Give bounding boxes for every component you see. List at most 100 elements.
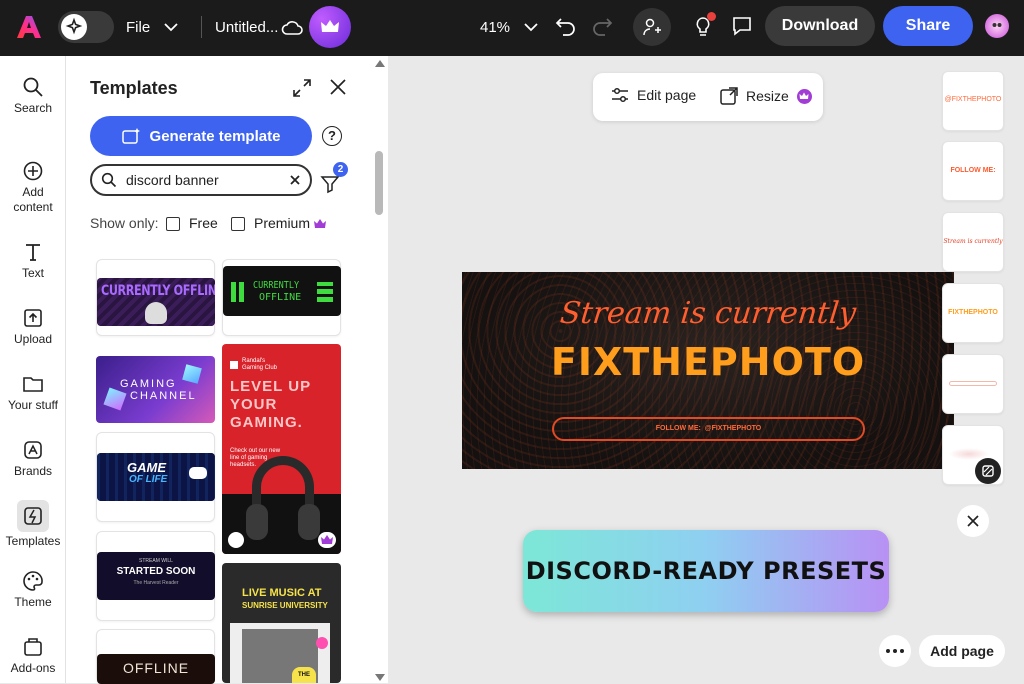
template-text: GAMING. [230,414,303,431]
more-options-button[interactable] [879,635,911,667]
cloud-icon[interactable] [280,16,304,38]
rail-item-upload[interactable]: Upload [0,307,66,346]
lightbulb-icon[interactable] [690,12,716,40]
avatar[interactable] [985,14,1009,38]
adobe-express-logo[interactable] [16,14,42,40]
help-icon[interactable]: ? [322,126,342,146]
premium-label[interactable]: Premium [254,215,310,231]
rail-item-text[interactable]: Text [0,241,66,280]
divider [201,16,202,38]
adobe-logo-icon [17,16,41,38]
template-card[interactable]: STREAM WILL STARTED SOON The Harvest Rea… [96,531,215,621]
more-dots-icon [900,649,904,653]
template-card[interactable]: OFFLINE [96,629,215,684]
design-headline[interactable]: FIXTHEPHOTO [462,340,954,384]
rail-item-your-stuff[interactable]: Your stuff [0,373,66,412]
download-button[interactable]: Download [765,6,875,46]
expand-icon[interactable] [292,78,314,100]
chevron-down-icon [524,23,538,32]
rail-item-templates[interactable]: Templates [0,500,66,548]
close-overlay-button[interactable] [957,505,989,537]
rail-item-theme[interactable]: Theme [0,570,66,609]
file-menu[interactable]: File [126,14,178,40]
avatar-face-icon [992,23,1002,27]
page-thumbnail[interactable]: FIXTHEPHOTO [942,283,1004,343]
add-page-label: Add page [930,643,994,659]
cube-graphic [103,387,127,411]
document-title[interactable]: Untitled... [215,14,278,40]
rail-label: Brands [13,464,53,478]
clear-icon[interactable] [290,175,300,185]
home-toggle[interactable] [58,11,114,43]
free-badge-icon [228,532,244,548]
rail-label: Add-ons [10,661,56,675]
person-add-icon [643,18,661,36]
templates-icon [17,500,49,532]
page-thumbnail[interactable] [942,425,1004,485]
zoom-level[interactable]: 41% [480,14,538,40]
page-thumbnail[interactable] [942,354,1004,414]
edit-page-button[interactable]: Edit page [611,87,696,103]
search-icon [23,77,43,97]
grid-icon [982,465,994,477]
handle-text: @FIXTHEPHOTO [704,425,762,432]
logo-graphic [230,361,238,369]
search-field[interactable]: discord banner [90,164,312,196]
rail-item-brands[interactable]: Brands [0,439,66,478]
resize-button[interactable]: Resize [720,87,812,105]
scrollbar[interactable] [372,56,386,683]
template-preview: CURRENTLY OFFLINE [97,278,215,326]
template-card[interactable]: GAMING CHANNEL [96,356,215,423]
design-script-text[interactable]: Stream is currently [462,296,954,331]
document-title-text: Untitled... [215,18,279,36]
close-icon[interactable] [329,78,351,100]
rail-item-search[interactable]: Search [0,76,66,115]
collaborate-button[interactable] [633,8,671,46]
template-card[interactable]: CURRENTLY OFFLINE [96,259,215,336]
crown-icon [314,219,326,228]
gamepad-icon [189,467,207,479]
page-settings-button[interactable] [975,458,1001,484]
design-canvas[interactable]: Stream is currently FIXTHEPHOTO FOLLOW M… [462,272,954,469]
page-thumbnail[interactable]: FOLLOW ME: [942,141,1004,201]
scroll-up-arrow[interactable] [375,60,385,67]
skull-graphic [145,302,167,324]
brand-icon [24,441,42,459]
template-text: CURRENTLY OFFLINE [101,283,215,299]
undo-icon[interactable] [554,14,578,38]
rail-item-add-content[interactable]: Add content [0,160,66,215]
template-text: STARTED SOON [116,566,196,577]
premium-checkbox[interactable] [231,217,245,231]
search-icon [101,172,117,188]
premium-crown-button[interactable] [309,6,351,48]
canvas-area: Edit page Resize Stream is currently FIX… [388,56,1024,683]
comment-icon[interactable] [730,14,754,38]
redo-icon[interactable] [590,14,614,38]
generate-template-button[interactable]: Generate template [90,116,312,156]
page-thumbnail[interactable]: Stream is currently [942,212,1004,272]
scroll-down-arrow[interactable] [375,674,385,681]
sparkle-icon [61,14,87,40]
add-page-button[interactable]: Add page [919,635,1005,667]
template-card[interactable]: GAME OF LIFE [96,432,215,522]
left-rail: Search Add content Text Upload Your stuf… [0,56,66,683]
rail-item-add-ons[interactable]: Add-ons [0,636,66,675]
share-button[interactable]: Share [883,6,973,46]
follow-me-text: FOLLOW ME: [655,425,701,432]
free-label[interactable]: Free [189,215,218,231]
follow-me-box[interactable]: FOLLOW ME: @FIXTHEPHOTO [552,417,865,441]
template-text: GAME [127,460,166,475]
template-preview: STREAM WILL STARTED SOON The Harvest Rea… [97,552,215,600]
free-checkbox[interactable] [166,217,180,231]
template-card[interactable]: CURRENTLY OFFLINE [222,259,341,336]
scroll-thumb[interactable] [375,151,383,215]
page-thumbnail[interactable]: @FIXTHEPHOTO [942,71,1004,131]
search-input[interactable]: discord banner [126,172,219,188]
text-icon [26,244,40,261]
template-preview: GAME OF LIFE [97,453,215,501]
template-card[interactable]: LIVE MUSIC AT SUNRISE UNIVERSITY THE [222,563,341,683]
template-card[interactable]: Randal's Gaming Club LEVEL UP YOUR GAMIN… [222,344,341,554]
filter-icon [320,176,340,194]
palette-icon [23,571,43,591]
filter-button[interactable]: 2 [320,162,348,194]
